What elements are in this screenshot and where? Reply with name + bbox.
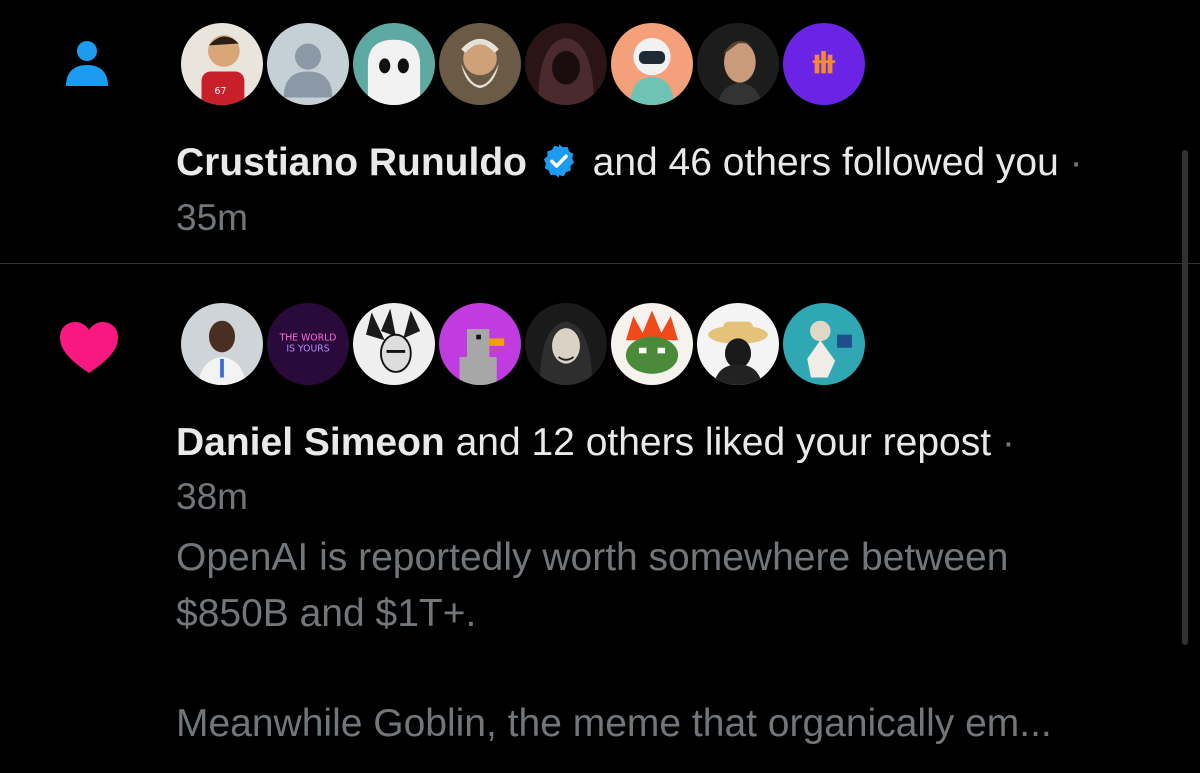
avatar-robot-astronaut[interactable] — [608, 20, 696, 108]
avatar-straw-hat[interactable] — [694, 300, 782, 388]
avatar-row: 67 — [178, 20, 868, 110]
avatar-neon-sign[interactable]: THE WORLD IS YOURS — [264, 300, 352, 388]
avatar-manga-sketch[interactable] — [350, 300, 438, 388]
avatar-hooded-figure[interactable] — [522, 20, 610, 108]
notification-like[interactable]: THE WORLD IS YOURS Daniel Simeon and 12 … — [0, 264, 1200, 773]
svg-text:67: 67 — [215, 86, 227, 97]
avatar-old-man[interactable] — [436, 20, 524, 108]
avatar-masked-figure[interactable] — [522, 300, 610, 388]
avatar-man-portrait[interactable] — [694, 20, 782, 108]
separator-dot: · — [1069, 141, 1083, 184]
post-text-line[interactable]: Meanwhile Goblin, the meme that organica… — [176, 696, 1052, 751]
verified-badge-icon — [543, 144, 574, 178]
notification-headline: Crustiano Runuldo and 46 others followed… — [176, 140, 1083, 186]
notification-follow[interactable]: 67 Crustiano Runuldo and 46 others follo… — [0, 0, 1200, 263]
avatar-pixel-frog[interactable] — [608, 300, 696, 388]
notification-headline: Daniel Simeon and 12 others liked your r… — [176, 420, 1015, 466]
avatar-pixel-duck[interactable] — [436, 300, 524, 388]
notification-action: and 46 others followed you — [592, 141, 1059, 184]
avatar-man-photo[interactable] — [178, 300, 266, 388]
avatar-soccer-cartoon[interactable]: 67 — [178, 20, 266, 108]
svg-text:THE WORLD: THE WORLD — [279, 332, 337, 343]
avatar-ghost[interactable] — [350, 20, 438, 108]
avatar-default[interactable] — [264, 20, 352, 108]
avatar-purple-logo[interactable] — [780, 20, 868, 108]
avatar-row: THE WORLD IS YOURS — [178, 300, 868, 390]
notifications-feed: 67 Crustiano Runuldo and 46 others follo… — [0, 0, 1200, 773]
scrollbar[interactable] — [1182, 150, 1188, 645]
separator-dot: · — [1001, 421, 1015, 464]
timestamp: 38m — [176, 476, 248, 517]
timestamp: 35m — [176, 197, 248, 238]
heart-icon — [60, 322, 118, 373]
avatar-anime-art[interactable] — [780, 300, 868, 388]
person-icon — [66, 41, 108, 86]
user-name-link[interactable]: Daniel Simeon — [176, 421, 445, 464]
svg-text:IS YOURS: IS YOURS — [286, 343, 329, 354]
notification-action: and 12 others liked your repost — [455, 421, 992, 464]
user-name-link[interactable]: Crustiano Runuldo — [176, 141, 527, 184]
post-text-line[interactable]: OpenAI is reportedly worth somewhere bet… — [176, 530, 1008, 585]
post-text-line[interactable]: $850B and $1T+. — [176, 586, 476, 641]
